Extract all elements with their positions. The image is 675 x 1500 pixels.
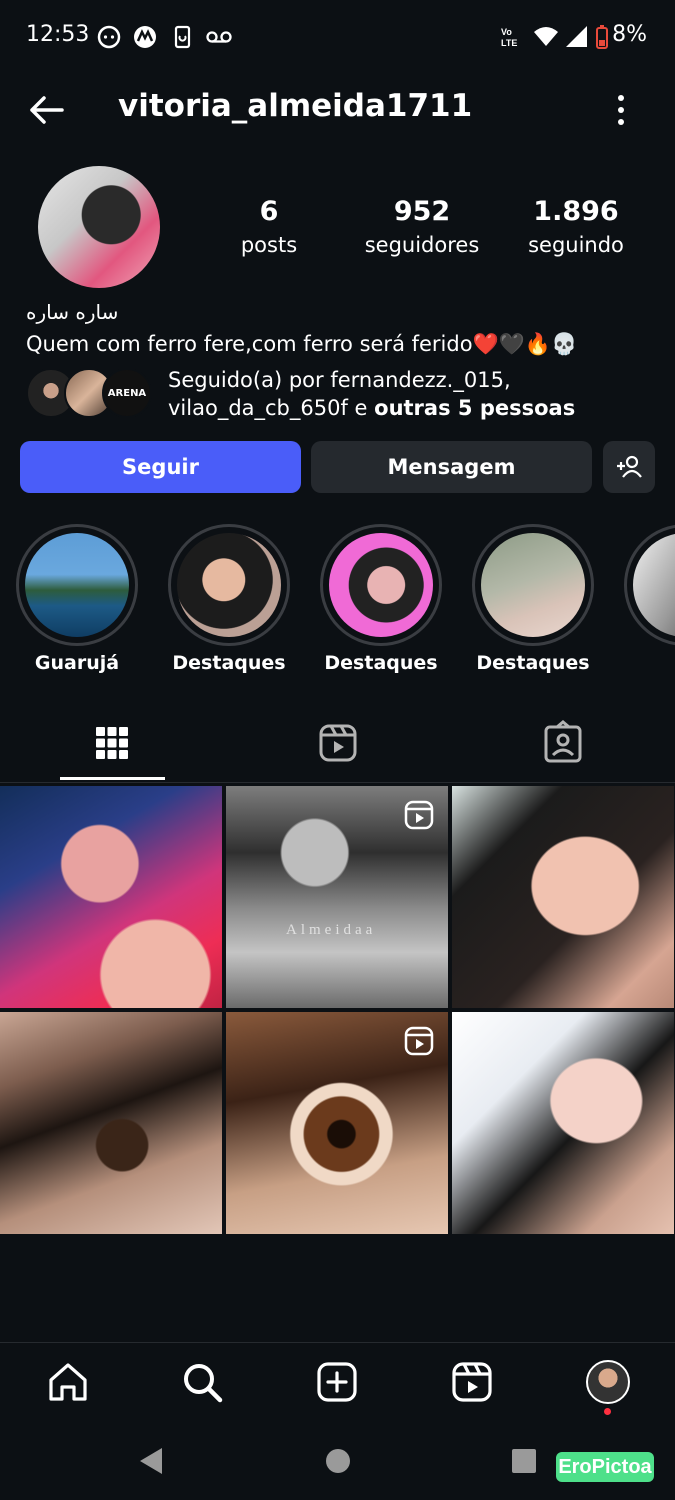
highlight-cover	[481, 533, 585, 637]
post-overlay-text: Almeidaa	[286, 922, 377, 938]
reel-badge-icon	[404, 800, 434, 830]
face-icon	[97, 25, 121, 49]
profile-avatar[interactable]	[38, 166, 160, 288]
reels-icon[interactable]	[318, 718, 358, 768]
highlight-label: Guarujá	[34, 652, 120, 674]
active-tab-indicator	[60, 777, 165, 780]
tab-divider	[0, 782, 675, 783]
stat-posts[interactable]: 6 posts	[229, 196, 309, 262]
highlight-item[interactable]: Destaques	[320, 524, 442, 674]
search-icon[interactable]	[180, 1360, 224, 1404]
battery-percentage: 8%	[612, 22, 647, 47]
status-bar: 12:53 Vo LTE 8%	[0, 0, 675, 72]
voicemail-icon	[206, 31, 232, 43]
message-button[interactable]: Mensagem	[311, 441, 592, 493]
highlight-item[interactable]: Destaques	[472, 524, 594, 674]
status-time: 12:53	[26, 22, 90, 47]
add-person-icon	[617, 455, 642, 478]
motorola-icon	[134, 26, 156, 48]
battery-low-icon	[596, 25, 608, 49]
reel-badge-icon	[404, 1026, 434, 1056]
reels-nav-icon[interactable]	[450, 1360, 494, 1404]
signal-icon	[566, 26, 587, 47]
highlight-ring	[168, 524, 290, 646]
followed-by-text[interactable]: Seguido(a) por fernandezz._015, vilao_da…	[168, 366, 575, 422]
stat-value: 1.896	[533, 196, 619, 227]
profile-bio: Quem com ferro fere,com ferro será ferid…	[26, 332, 578, 356]
highlight-item[interactable]	[624, 524, 675, 646]
followed-by-others: outras 5 pessoas	[374, 396, 576, 420]
svg-text:LTE: LTE	[501, 38, 517, 48]
profile-nav-avatar[interactable]	[586, 1360, 630, 1404]
home-icon[interactable]	[46, 1360, 90, 1404]
highlight-ring	[624, 524, 675, 646]
volte-icon: VoLTE	[501, 27, 517, 48]
followed-by-line1: Seguido(a) por fernandezz._015,	[168, 368, 511, 392]
profile-username: vitoria_almeida1711	[118, 88, 473, 124]
tagged-icon[interactable]	[543, 718, 583, 768]
post-thumbnail[interactable]	[0, 786, 222, 1008]
stat-value: 952	[393, 196, 451, 227]
post-thumbnail[interactable]	[452, 1012, 674, 1234]
highlight-label: Destaques	[324, 652, 438, 674]
notification-dot	[604, 1408, 611, 1415]
recents-square-icon[interactable]	[510, 1446, 538, 1476]
highlight-cover	[633, 533, 675, 637]
profile-full-name: ساره ساره	[26, 300, 119, 324]
stat-following[interactable]: 1.896 seguindo	[516, 196, 636, 262]
highlight-item[interactable]: Guarujá	[16, 524, 138, 674]
back-triangle-icon[interactable]	[136, 1446, 166, 1476]
highlight-ring	[472, 524, 594, 646]
home-circle-icon[interactable]	[324, 1446, 352, 1476]
highlight-ring	[320, 524, 442, 646]
instagram-profile-screen: 12:53 Vo LTE 8% vitoria_almeida1711 6 pos…	[0, 0, 675, 1500]
stat-label: seguindo	[528, 233, 624, 257]
stat-label: posts	[240, 233, 298, 257]
follow-button[interactable]: Seguir	[20, 441, 301, 493]
phone-sync-icon	[174, 25, 191, 49]
highlight-label: Destaques	[476, 652, 590, 674]
stat-followers[interactable]: 952 seguidores	[352, 196, 492, 262]
highlight-cover	[329, 533, 433, 637]
highlight-cover	[177, 533, 281, 637]
svg-text:Vo: Vo	[501, 27, 512, 37]
create-icon[interactable]	[315, 1360, 359, 1404]
followed-by-avatars[interactable]: ARENA	[26, 368, 156, 418]
suggest-users-button[interactable]	[603, 441, 655, 493]
post-thumbnail[interactable]: Almeidaa	[226, 786, 448, 1008]
highlight-ring	[16, 524, 138, 646]
post-thumbnail[interactable]	[0, 1012, 222, 1234]
wifi-icon	[534, 27, 558, 46]
highlight-label: Destaques	[172, 652, 286, 674]
stat-label: seguidores	[364, 233, 480, 257]
highlight-cover	[25, 533, 129, 637]
bottom-nav-divider	[0, 1342, 675, 1343]
followed-by-line2: vilao_da_cb_650f e	[168, 396, 375, 420]
arrow-left-icon[interactable]	[26, 90, 66, 130]
post-thumbnail[interactable]	[226, 1012, 448, 1234]
grid-icon[interactable]	[92, 718, 132, 768]
more-vertical-icon[interactable]	[606, 92, 636, 128]
follower-avatar: ARENA	[102, 368, 152, 418]
post-thumbnail[interactable]	[452, 786, 674, 1008]
stat-value: 6	[259, 196, 279, 227]
highlight-item[interactable]: Destaques	[168, 524, 290, 674]
watermark-logo: EroPictoa	[556, 1452, 654, 1482]
